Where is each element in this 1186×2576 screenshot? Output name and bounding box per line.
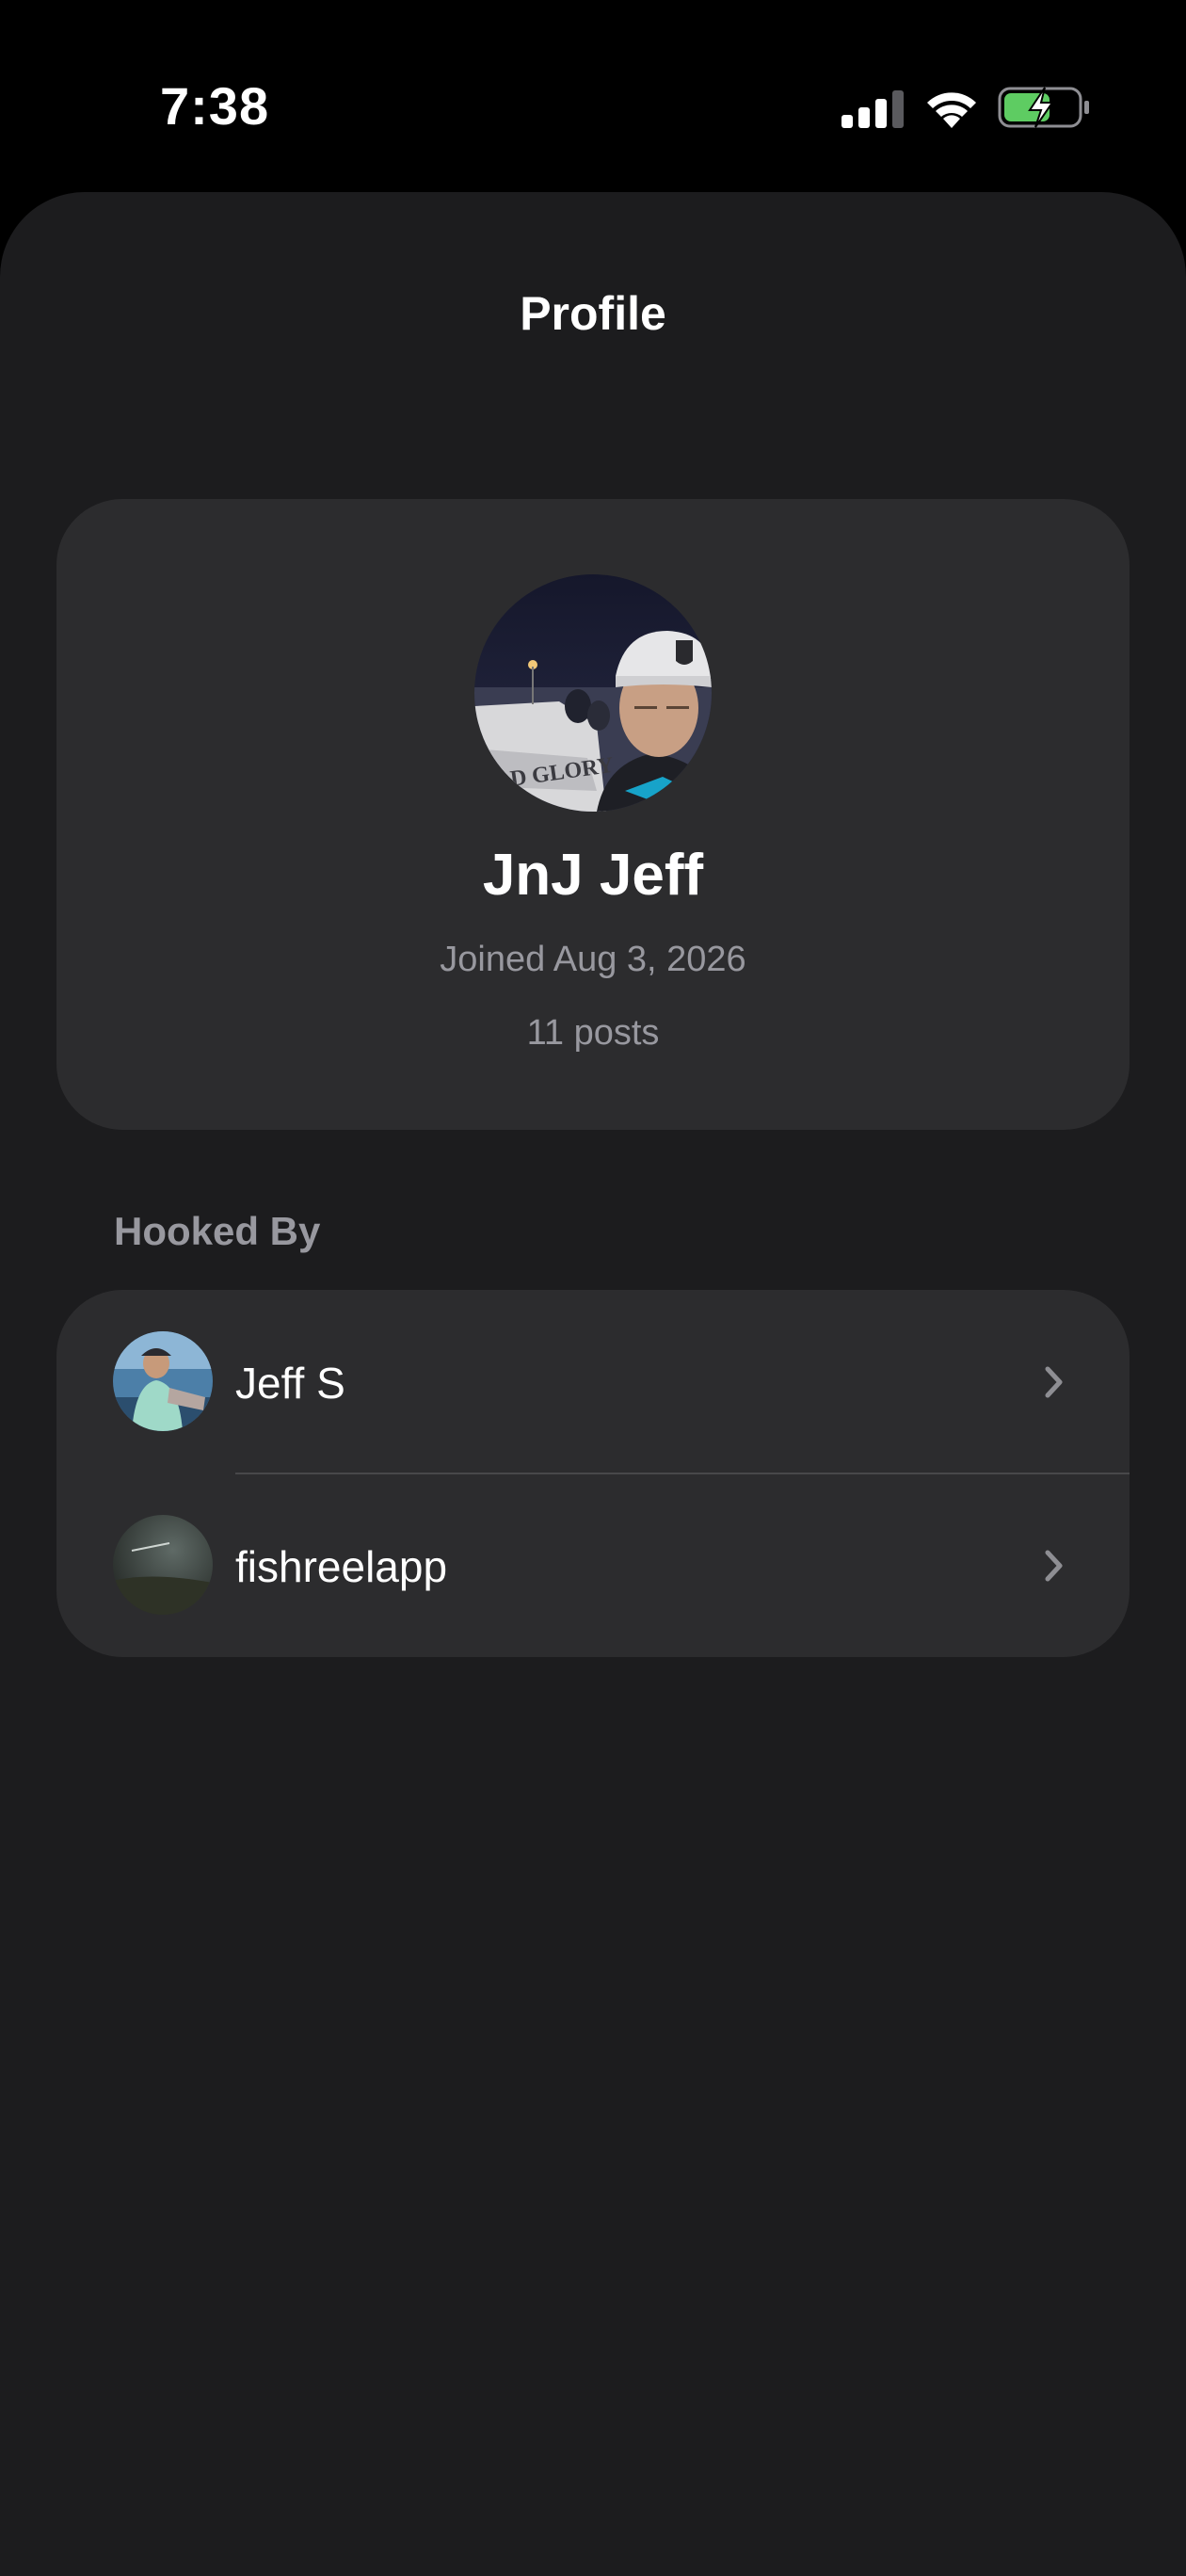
hooked-by-item-label: fishreelapp [235,1542,448,1591]
cellular-signal-icon [841,90,904,128]
hooked-by-item-fishreelapp[interactable]: fishreelapp [56,1473,1130,1657]
profile-post-count[interactable]: 11 posts [56,1013,1130,1054]
avatar [113,1515,213,1615]
status-time: 7:38 [160,76,270,136]
hooked-by-item-jeff-s[interactable]: Jeff S [56,1290,1130,1474]
profile-sheet: Profile D GLORY JnJ Jeff Joined Aug 3, 2… [0,192,1186,2576]
battery-charging-icon [998,87,1089,128]
page-title: Profile [520,287,666,340]
status-bar: 7:38 [0,0,1186,188]
user-photo [113,1331,213,1431]
profile-name: JnJ Jeff [482,843,704,908]
hooked-by-heading: Hooked By [114,1209,321,1253]
avatar [113,1331,213,1431]
profile-photo: D GLORY [474,574,712,812]
profile-card: D GLORY JnJ Jeff Joined Aug 3, 2026 11 p… [56,499,1130,1130]
wifi-icon [927,92,976,128]
chevron-right-icon [1045,1550,1063,1582]
chevron-right-icon [1045,1366,1063,1398]
hooked-by-item-label: Jeff S [235,1359,345,1408]
profile-avatar[interactable]: D GLORY [474,574,712,812]
user-photo [113,1515,213,1615]
hooked-by-list: Jeff S fishreelapp [56,1290,1130,1657]
profile-joined-date: Joined Aug 3, 2026 [440,940,746,979]
